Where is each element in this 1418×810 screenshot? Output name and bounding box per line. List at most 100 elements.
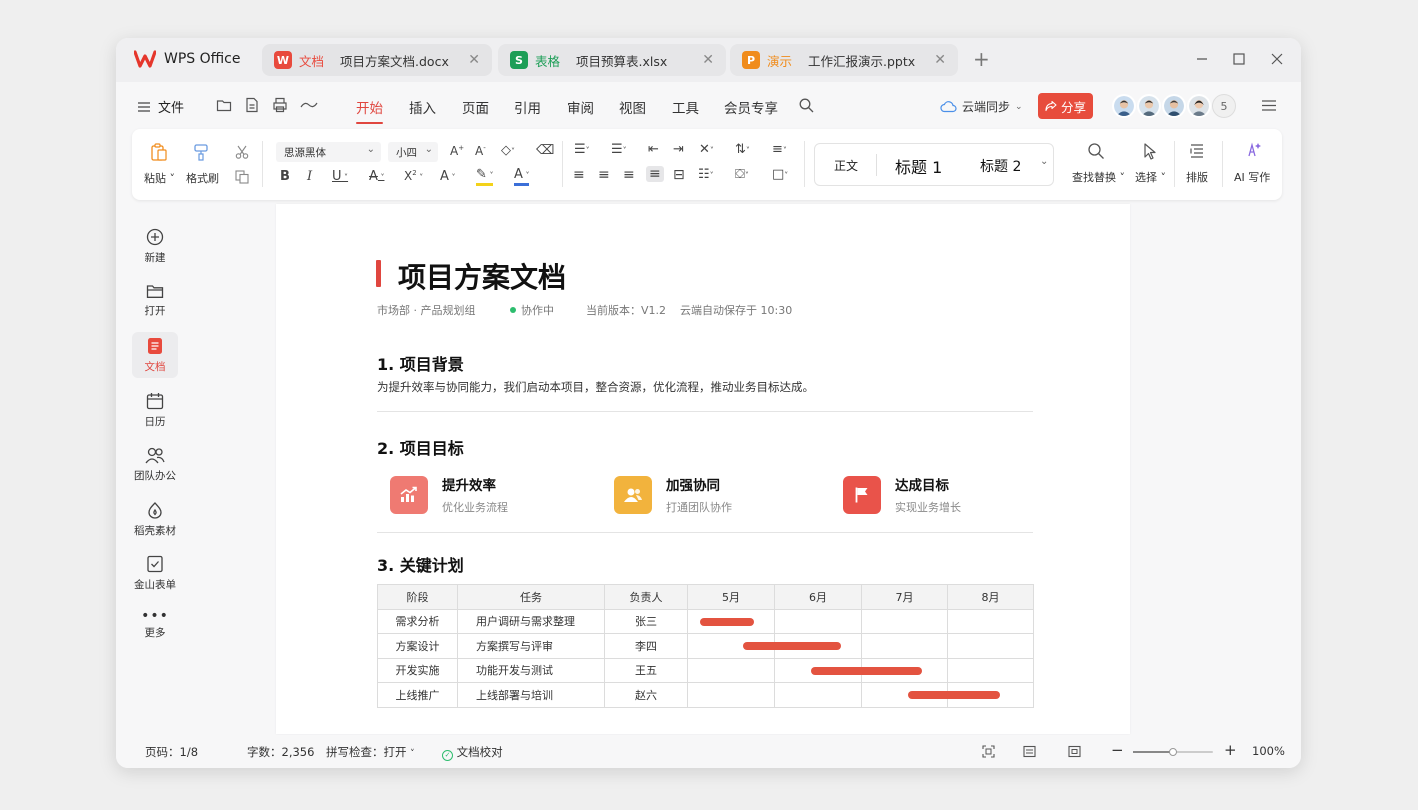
maximize-icon[interactable] [1233, 53, 1245, 65]
window-close-icon[interactable] [1271, 53, 1283, 65]
tab-view[interactable]: 视图 [619, 97, 646, 117]
word-count[interactable]: 字数：2,356 [247, 744, 314, 760]
save-icon[interactable] [244, 97, 260, 113]
format-painter-icon[interactable] [192, 142, 212, 162]
line-spacing-icon[interactable]: ≡˅ [772, 142, 787, 157]
paste-icon[interactable] [149, 142, 169, 162]
underline-icon[interactable]: U ˅ [332, 169, 348, 184]
distribute-icon[interactable]: ⊟ [673, 167, 685, 183]
align-center-icon[interactable]: ≡ [598, 167, 610, 183]
find-replace-icon[interactable] [1087, 142, 1105, 160]
sidebar-item-new[interactable]: 新建 [132, 223, 178, 269]
cut-icon[interactable] [235, 145, 249, 159]
justify-icon[interactable]: ≡ [646, 166, 664, 182]
font-family-select[interactable]: 思源黑体 ⌄ [276, 142, 381, 162]
style-heading-1[interactable]: 标题 1 [895, 154, 942, 178]
find-replace-button[interactable]: 查找替换 ˅ [1072, 169, 1125, 185]
close-icon[interactable]: ✕ [702, 52, 714, 68]
numbered-list-icon[interactable]: ☰˅ [611, 142, 627, 157]
select-cursor-icon[interactable] [1142, 142, 1158, 160]
eraser-icon[interactable]: ⌫ [536, 143, 554, 158]
paragraph-spacing-icon[interactable]: ☷˅ [698, 167, 714, 182]
ai-write-label[interactable]: AI 写作 [1234, 169, 1270, 185]
tab-slides[interactable]: P 演示 工作汇报演示.pptx ✕ [730, 44, 958, 76]
avatar[interactable] [1187, 94, 1211, 118]
cloud-sync[interactable]: 云端同步 ⌄ [940, 98, 1023, 115]
share-button[interactable]: 分享 [1038, 93, 1093, 119]
increase-font-icon[interactable]: A+ [450, 144, 464, 158]
font-color-icon[interactable]: A ˅ [514, 168, 530, 186]
paste-button[interactable]: 粘贴 ˅ [144, 170, 175, 186]
format-painter-label[interactable]: 格式刷 [186, 170, 219, 186]
text-effect-icon[interactable]: A ˅ [440, 169, 455, 184]
style-normal[interactable]: 正文 [834, 157, 858, 174]
app-brand[interactable]: WPS Office [134, 50, 241, 68]
copy-icon[interactable] [235, 170, 249, 184]
proofread-button[interactable]: ✓ 文档校对 [442, 744, 503, 761]
menu-icon[interactable] [1262, 100, 1276, 111]
tab-membership[interactable]: 会员专享 [724, 97, 778, 117]
sidebar-item-more[interactable]: ••• 更多 [132, 602, 178, 648]
zoom-out-button[interactable]: − [1111, 741, 1124, 759]
tab-reference[interactable]: 引用 [514, 97, 541, 117]
print-icon[interactable] [272, 97, 288, 113]
avatar[interactable] [1137, 94, 1161, 118]
minimize-icon[interactable] [1196, 53, 1208, 65]
chinese-layout-icon[interactable]: ✕˅ [699, 142, 714, 157]
zoom-slider[interactable] [1133, 748, 1213, 756]
zoom-level[interactable]: 100% [1252, 744, 1285, 758]
avatar[interactable] [1162, 94, 1186, 118]
align-left-icon[interactable]: ≡ [573, 167, 585, 183]
style-heading-2[interactable]: 标题 2 [980, 156, 1021, 176]
strikethrough-icon[interactable]: A ˅ [369, 169, 384, 184]
more-actions-icon[interactable] [300, 101, 318, 109]
close-icon[interactable]: ✕ [468, 52, 480, 68]
sidebar-item-calendar[interactable]: 日历 [132, 387, 178, 433]
tab-tools[interactable]: 工具 [672, 97, 699, 117]
open-folder-icon[interactable] [216, 97, 232, 113]
align-right-icon[interactable]: ≡ [623, 167, 635, 183]
collaborator-count[interactable]: 5 [1212, 94, 1236, 118]
font-size-select[interactable]: 小四 ⌄ [388, 142, 438, 162]
sidebar-item-material[interactable]: 稻壳素材 [125, 496, 185, 542]
decrease-font-icon[interactable]: A- [475, 144, 486, 158]
page-view-icon[interactable] [1023, 745, 1036, 758]
tab-page[interactable]: 页面 [462, 97, 489, 117]
highlight-clear-icon[interactable]: ◇˅ [501, 143, 515, 158]
new-tab-plus-icon[interactable]: + [973, 49, 990, 69]
sidebar-item-team[interactable]: 团队办公 [125, 441, 185, 487]
increase-indent-icon[interactable]: ⇥ [673, 142, 684, 157]
focus-mode-icon[interactable] [982, 745, 995, 758]
document-page[interactable]: 项目方案文档 市场部 · 产品规划组 协作中 当前版本：V1.2 云端自动保存于… [276, 204, 1130, 734]
sidebar-item-open[interactable]: 打开 [132, 277, 178, 323]
zoom-in-button[interactable]: + [1224, 741, 1237, 759]
file-menu[interactable]: 文件 [138, 97, 184, 116]
styles-more-icon[interactable]: ⌄ [1040, 156, 1048, 167]
tab-review[interactable]: 审阅 [567, 97, 594, 117]
zoom-slider-handle[interactable] [1169, 748, 1177, 756]
tab-start[interactable]: 开始 [356, 97, 383, 124]
close-icon[interactable]: ✕ [934, 52, 946, 68]
bold-icon[interactable]: B [280, 169, 290, 184]
shading-icon[interactable]: ⛋˅ [735, 167, 749, 182]
search-icon[interactable] [799, 98, 814, 113]
tab-sheet[interactable]: S 表格 项目预算表.xlsx ✕ [498, 44, 726, 76]
layout-icon[interactable] [1189, 143, 1205, 159]
bullet-list-icon[interactable]: ☰˅ [574, 142, 590, 157]
avatar[interactable] [1112, 94, 1136, 118]
layout-label[interactable]: 排版 [1186, 169, 1208, 185]
spell-check-toggle[interactable]: 拼写检查：打开 ˅ [326, 744, 415, 760]
decrease-indent-icon[interactable]: ⇤ [648, 142, 659, 157]
highlight-color-icon[interactable]: ✎ ˅ [476, 168, 494, 186]
ai-sparkle-icon[interactable] [1242, 141, 1262, 161]
sort-icon[interactable]: ⇅˅ [735, 142, 750, 157]
italic-icon[interactable]: I [307, 169, 312, 184]
select-button[interactable]: 选择 ˅ [1135, 169, 1166, 185]
sidebar-item-form[interactable]: 金山表单 [125, 550, 185, 596]
page-indicator[interactable]: 页码：1/8 [145, 744, 198, 760]
web-view-icon[interactable] [1068, 745, 1081, 758]
tab-doc[interactable]: W 文档 项目方案文档.docx ✕ [262, 44, 492, 76]
tab-insert[interactable]: 插入 [409, 97, 436, 117]
superscript-icon[interactable]: X2 ˅ [404, 169, 423, 183]
sidebar-item-document[interactable]: 文档 [132, 332, 178, 378]
